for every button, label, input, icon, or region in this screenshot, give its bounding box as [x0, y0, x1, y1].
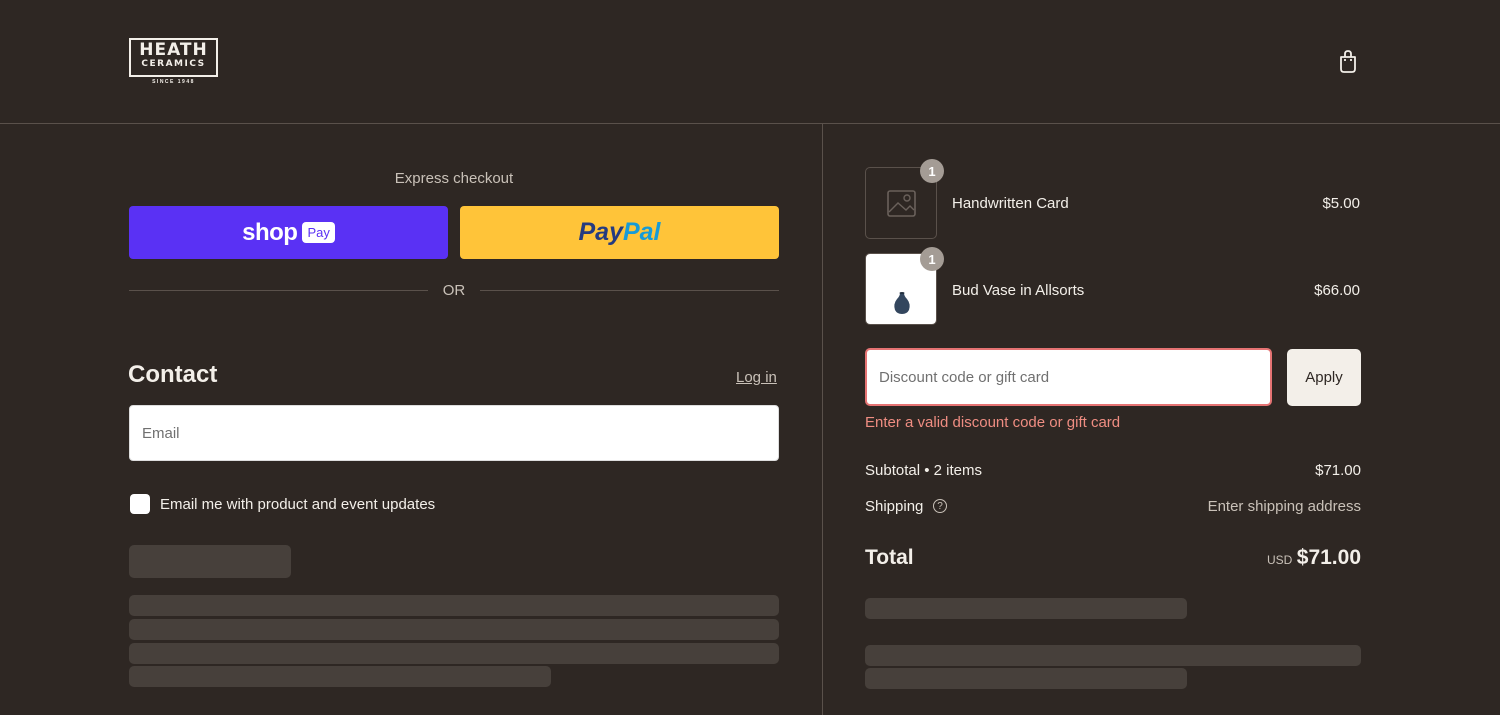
- heath-ceramics-logo[interactable]: HEATH CERAMICS: [129, 38, 218, 77]
- cart-button[interactable]: [1336, 48, 1360, 74]
- or-divider-right: [480, 290, 779, 291]
- loading-skeleton: [129, 619, 779, 640]
- shopping-bag-icon: [1340, 50, 1356, 73]
- loading-skeleton: [865, 668, 1187, 689]
- subtotal-label: Subtotal • 2 items: [865, 462, 982, 479]
- column-divider: [822, 124, 823, 715]
- log-in-link[interactable]: Log in: [736, 369, 777, 386]
- item-price: $5.00: [1322, 195, 1360, 212]
- quantity-badge: 1: [920, 247, 944, 271]
- total-value: $71.00: [1296, 546, 1361, 569]
- shop-pay-button[interactable]: shop Pay: [129, 206, 448, 259]
- header: HEATH CERAMICS SINCE 1948: [0, 0, 1500, 124]
- item-price: $66.00: [1314, 282, 1360, 299]
- logo-line2: CERAMICS: [141, 59, 206, 69]
- paypal-button[interactable]: Pay Pal: [460, 206, 779, 259]
- subtotal-value: $71.00: [1315, 462, 1361, 479]
- paypal-word-pal: Pal: [622, 218, 661, 246]
- loading-skeleton: [129, 545, 291, 578]
- quantity-badge: 1: [920, 159, 944, 183]
- loading-skeleton: [865, 598, 1187, 619]
- shipping-value: Enter shipping address: [1207, 498, 1361, 515]
- or-divider-left: [129, 290, 428, 291]
- total-label: Total: [865, 546, 914, 569]
- total-currency: USD: [1267, 553, 1293, 567]
- marketing-opt-in-checkbox[interactable]: [130, 494, 150, 514]
- loading-skeleton: [865, 645, 1361, 666]
- item-name: Handwritten Card: [952, 195, 1069, 212]
- logo-tagline: SINCE 1948: [152, 79, 195, 85]
- contact-heading: Contact: [128, 361, 218, 388]
- shipping-label: Shipping: [865, 498, 924, 515]
- express-checkout-label: Express checkout: [394, 170, 514, 187]
- loading-skeleton: [129, 643, 779, 664]
- paypal-word-pay: Pay: [578, 218, 623, 246]
- shop-pay-badge: Pay: [302, 222, 335, 243]
- shop-pay-word: shop: [242, 218, 298, 246]
- marketing-opt-in-label: Email me with product and event updates: [160, 496, 436, 513]
- discount-error-message: Enter a valid discount code or gift card: [865, 414, 1121, 431]
- or-separator: OR: [442, 282, 466, 299]
- logo-line1: HEATH: [139, 40, 208, 60]
- item-name: Bud Vase in Allsorts: [952, 282, 1085, 299]
- loading-skeleton: [129, 666, 551, 687]
- loading-skeleton: [129, 595, 779, 616]
- discount-code-field[interactable]: [865, 348, 1272, 406]
- apply-discount-button[interactable]: Apply: [1287, 349, 1361, 406]
- email-field[interactable]: [129, 405, 779, 461]
- help-icon[interactable]: ?: [933, 499, 947, 513]
